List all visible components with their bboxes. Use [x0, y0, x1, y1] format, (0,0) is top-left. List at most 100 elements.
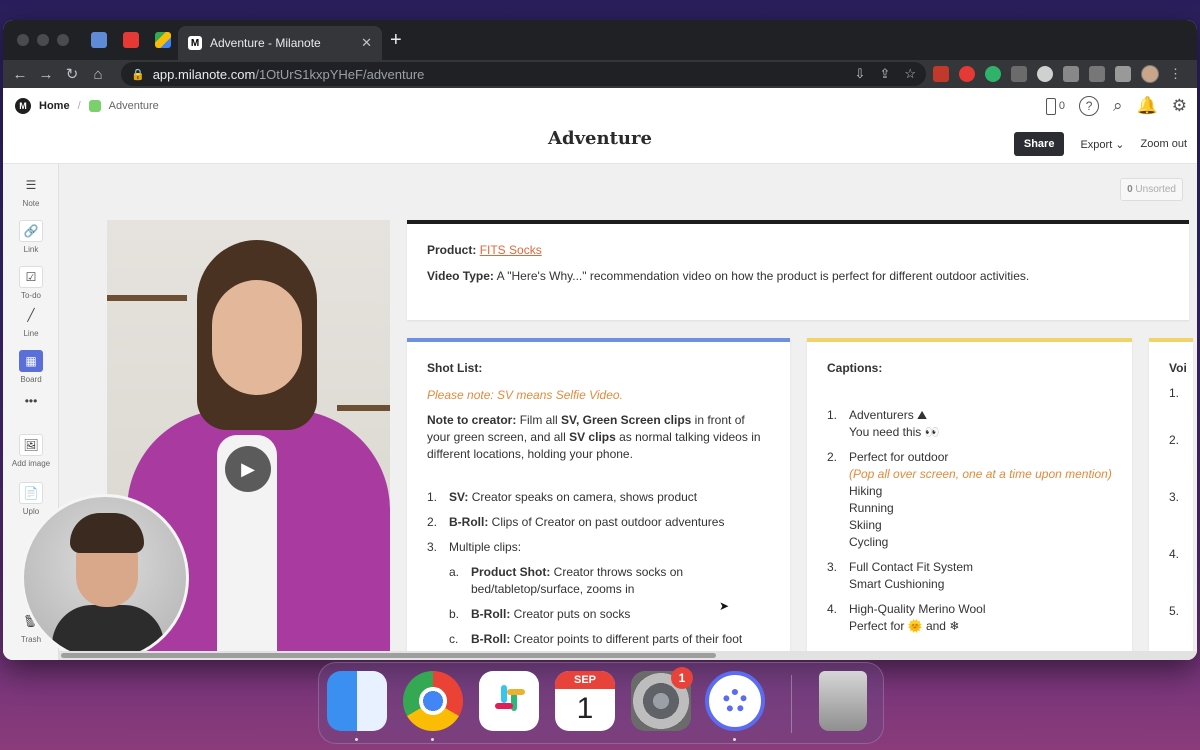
webcam-person — [70, 513, 144, 553]
finder-icon[interactable] — [327, 671, 387, 731]
calendar-icon[interactable]: SEP 1 — [555, 671, 615, 731]
board-canvas[interactable]: ☰ Note 🔗 Link ☑ To-do ╱ Line ▦ Board ••• 🖼 Add… — [3, 164, 1197, 660]
captions-card[interactable]: Captions: 1. Adventurers ⛰ You need this 👀… — [807, 338, 1132, 660]
clockwise-app-icon[interactable] — [705, 671, 765, 731]
shot-list-note: Please note: SV means Selfie Video. — [427, 388, 623, 403]
board-icon: ▦ — [19, 350, 43, 372]
video-type-text: A "Here's Why..." recommendation video o… — [496, 269, 1030, 284]
address-bar[interactable]: 🔒 app.milanote.com/1OtUrS1kxpYHeF/advent… — [121, 62, 926, 86]
export-button[interactable]: Export ⌄ — [1080, 138, 1124, 151]
breadcrumb-separator: / — [77, 100, 81, 112]
play-icon[interactable]: ▶ — [225, 446, 271, 492]
calendar-day: 1 — [576, 692, 594, 725]
calendar-month: SEP — [555, 671, 615, 689]
list-item: 3. Multiple clips: — [427, 540, 522, 555]
home-icon[interactable]: ⌂ — [85, 66, 111, 83]
browser-window: M Adventure - Milanote ✕ + ← → ↻ ⌂ 🔒 app… — [3, 20, 1197, 660]
tool-note[interactable]: ☰ Note — [3, 174, 59, 208]
reading-list-icon[interactable] — [1089, 66, 1105, 82]
puzzle-icon[interactable] — [1063, 66, 1079, 82]
list-item: 2. Perfect for outdoor (Pop all over scree… — [827, 450, 1112, 550]
phone-icon — [1045, 97, 1056, 115]
tool-more[interactable]: ••• — [3, 390, 59, 415]
extension-icon[interactable] — [1011, 66, 1027, 82]
file-icon: 📄 — [19, 482, 43, 504]
reload-icon[interactable]: ↻ — [59, 65, 85, 83]
breadcrumb-home[interactable]: Home — [39, 100, 70, 112]
gear-icon[interactable]: ⚙ — [1172, 96, 1187, 116]
chrome-icon[interactable] — [403, 671, 463, 731]
window-controls — [17, 34, 69, 46]
list-number: 5. — [1169, 604, 1180, 619]
tool-line[interactable]: ╱ Line — [3, 304, 59, 338]
shot-list-title: Shot List: — [427, 361, 483, 375]
shot-list-card[interactable]: Shot List: Please note: SV means Selfie … — [407, 338, 790, 660]
close-tab-icon[interactable]: ✕ — [361, 35, 372, 51]
devices-button[interactable]: 0 — [1045, 97, 1065, 115]
share-button[interactable]: Share — [1013, 132, 1065, 156]
back-arrow-icon[interactable]: ← — [7, 66, 33, 83]
list-item: 2. B-Roll: Clips of Creator on past outdo… — [427, 515, 725, 530]
profile-avatar[interactable] — [1141, 65, 1159, 83]
image-icon: 🖼 — [19, 434, 43, 456]
tool-todo[interactable]: ☑ To-do — [3, 266, 59, 300]
header-actions: Share Export ⌄ Zoom out — [1013, 132, 1187, 156]
zoom-out-button[interactable]: Zoom out — [1141, 138, 1187, 150]
voiceover-card[interactable]: Voi 1. 2. 3. 4. 5. — [1149, 338, 1193, 660]
webcam-overlay — [21, 494, 189, 660]
bell-icon[interactable]: 🔔 — [1137, 96, 1158, 116]
sidepanel-icon[interactable] — [1115, 66, 1131, 82]
url-text[interactable]: app.milanote.com/1OtUrS1kxpYHeF/adventur… — [153, 67, 847, 82]
product-link[interactable]: FITS Socks — [480, 243, 542, 257]
tool-board[interactable]: ▦ Board — [3, 350, 59, 384]
breadcrumb: M Home / Adventure — [15, 98, 159, 114]
shot-list: 1. SV: Creator speaks on camera, shows pr… — [427, 489, 770, 648]
extension-icon[interactable] — [933, 66, 949, 82]
mouse-cursor-icon: ➤ — [719, 599, 730, 613]
slack-icon[interactable] — [479, 671, 539, 731]
menu-kebab-icon[interactable]: ⋮ — [1169, 66, 1182, 82]
running-indicator — [355, 738, 358, 741]
lock-icon: 🔒 — [131, 68, 145, 81]
minimize-window-button[interactable] — [37, 34, 49, 46]
extension-icon[interactable] — [959, 66, 975, 82]
search-icon[interactable]: ⌕ — [1113, 96, 1123, 116]
notification-badge: 1 — [671, 667, 693, 689]
install-icon[interactable]: ⇩ — [855, 66, 866, 82]
forward-arrow-icon[interactable]: → — [33, 66, 59, 83]
tool-upload[interactable]: 📄 Uplo — [3, 482, 59, 516]
list-item: a. Product Shot: Creator throws socks on … — [449, 565, 684, 597]
shelf-decor — [107, 295, 187, 301]
pinned-tab-youtube[interactable] — [123, 32, 139, 48]
tab-adventure[interactable]: M Adventure - Milanote ✕ — [178, 26, 382, 60]
tool-link[interactable]: 🔗 Link — [3, 220, 59, 254]
share-page-icon[interactable]: ⇪ — [879, 66, 890, 82]
list-item: 3. Full Contact Fit System Smart Cushionin… — [827, 560, 974, 592]
list-number: 3. — [1169, 490, 1180, 505]
list-number: 4. — [1169, 547, 1180, 562]
scrollbar-thumb[interactable] — [61, 653, 716, 658]
new-tab-button[interactable]: + — [390, 30, 402, 50]
extension-icon[interactable] — [985, 66, 1001, 82]
dock-divider — [791, 675, 792, 733]
tool-add-image[interactable]: 🖼 Add image — [3, 434, 59, 468]
maximize-window-button[interactable] — [57, 34, 69, 46]
bookmark-star-icon[interactable]: ☆ — [904, 66, 916, 82]
product-card[interactable]: Product: FITS Socks Video Type: A "Here'… — [407, 220, 1189, 320]
help-icon[interactable]: ? — [1079, 96, 1100, 116]
milanote-logo-icon[interactable]: M — [15, 98, 31, 114]
video-person — [212, 280, 302, 395]
list-item: 4. High-Quality Merino Wool Perfect for 🌞 … — [827, 602, 986, 634]
trash-icon[interactable] — [819, 671, 867, 731]
pinned-tab-calendar[interactable] — [91, 32, 107, 48]
pinned-tab-drive[interactable] — [155, 32, 171, 48]
extension-icon[interactable] — [1037, 66, 1053, 82]
extensions-area: ⋮ — [933, 65, 1182, 83]
unsorted-button[interactable]: 0 Unsorted — [1120, 178, 1183, 201]
breadcrumb-current[interactable]: Adventure — [109, 100, 159, 112]
list-item: 1. Adventurers ⛰ You need this 👀 — [827, 408, 940, 440]
running-indicator — [431, 738, 434, 741]
horizontal-scrollbar[interactable] — [59, 651, 1197, 660]
close-window-button[interactable] — [17, 34, 29, 46]
macos-dock: SEP 1 1 — [318, 662, 884, 744]
